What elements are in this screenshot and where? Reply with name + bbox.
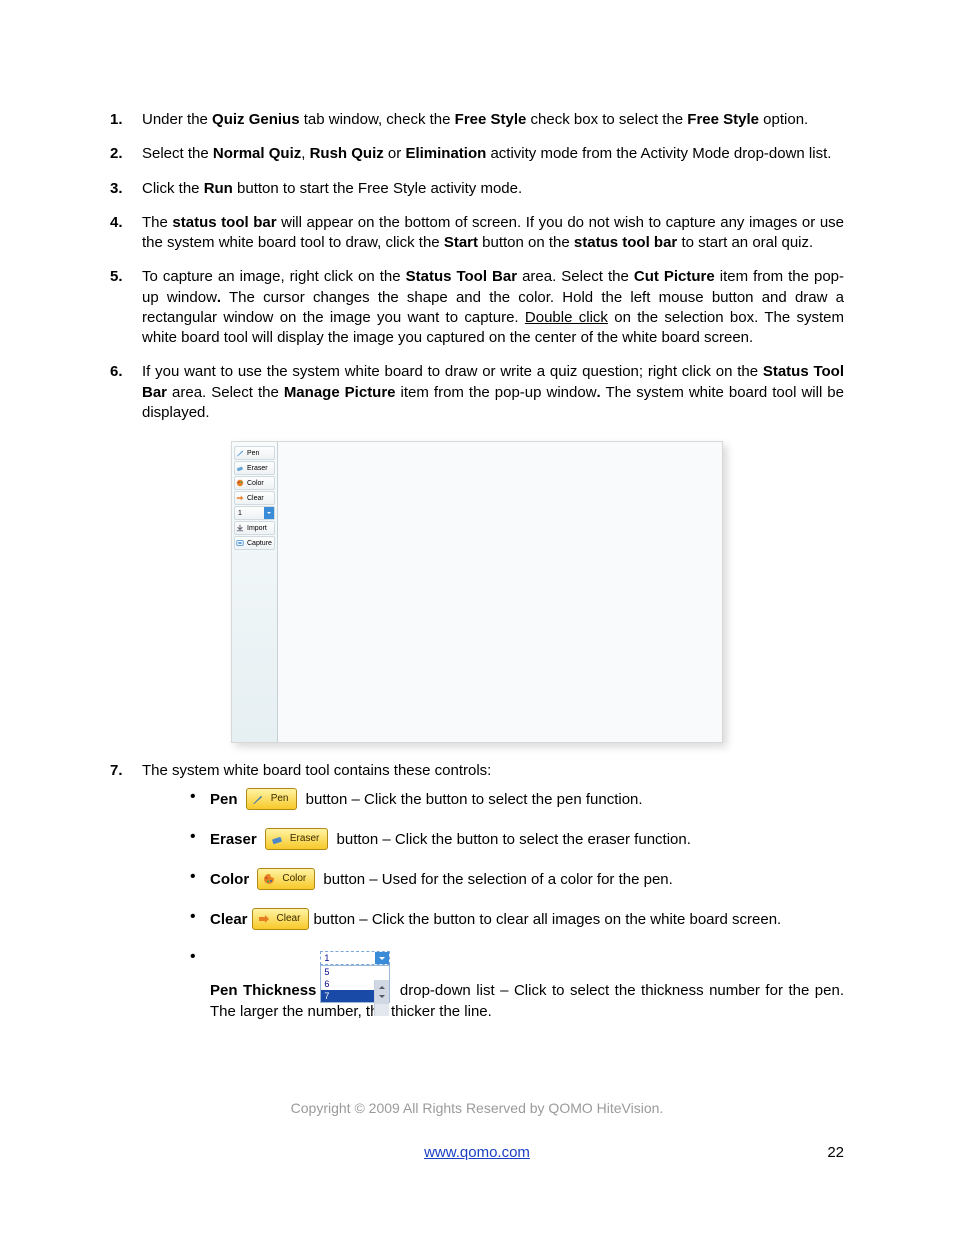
controls-list: • Pen Pen button – Click the button to s… [142,789,844,1022]
wb-tool-capture[interactable]: Capture [234,536,275,550]
step-body: Select the Normal Quiz, Rush Quiz or Eli… [142,144,844,164]
pen-icon [236,449,244,457]
step-4: 4. The status tool bar will appear on th… [110,213,844,254]
wb-tool-pen[interactable]: Pen [234,446,275,460]
dropdown-list: 5 6 7 [320,965,390,1003]
eraser-icon [270,832,284,846]
step-number: 1. [110,110,142,130]
step-number: 3. [110,179,142,199]
bullet-icon: • [190,949,210,965]
step-body: Under the Quiz Genius tab window, check … [142,110,844,130]
dropdown-option[interactable]: 5 [321,966,389,978]
control-clear: • Clear Clear button – Click the button … [190,909,844,931]
wb-tool-eraser[interactable]: Eraser [234,461,275,475]
arrow-right-icon [257,912,271,926]
step-number: 6. [110,362,142,423]
step-body: To capture an image, right click on the … [142,267,844,348]
eraser-button[interactable]: Eraser [265,828,328,850]
wb-tool-import[interactable]: Import [234,521,275,535]
step-5: 5. To capture an image, right click on t… [110,267,844,348]
copyright-text: Copyright © 2009 All Rights Reserved by … [110,1100,844,1116]
step-3: 3. Click the Run button to start the Fre… [110,179,844,199]
wb-tool-color[interactable]: Color [234,476,275,490]
bullet-icon: • [190,869,210,885]
clear-button[interactable]: Clear [252,908,310,930]
step-body: If you want to use the system white boar… [142,362,844,423]
step-2: 2. Select the Normal Quiz, Rush Quiz or … [110,144,844,164]
chevron-down-icon[interactable] [375,952,389,964]
eraser-icon [236,464,244,472]
whiteboard-sidebar: Pen Eraser Color Clear 1 Import [232,442,278,742]
control-pen: • Pen Pen button – Click the button to s… [190,789,844,811]
scroll-down-icon[interactable] [375,992,389,1004]
pen-button[interactable]: Pen [246,788,298,810]
document-page: 1. Under the Quiz Genius tab window, che… [0,0,954,1235]
step-1: 1. Under the Quiz Genius tab window, che… [110,110,844,130]
step-body: Click the Run button to start the Free S… [142,179,844,199]
step-number: 7. [110,761,142,1040]
instruction-list-continued: 7. The system white board tool contains … [110,761,844,1040]
step-number: 5. [110,267,142,348]
palette-icon [262,872,276,886]
step-7: 7. The system white board tool contains … [110,761,844,1040]
arrow-right-icon [236,494,244,502]
bullet-icon: • [190,909,210,925]
bullet-icon: • [190,789,210,805]
scroll-up-icon[interactable] [375,980,389,992]
step-body: The system white board tool contains the… [142,761,844,1040]
capture-icon [236,539,244,547]
instruction-list: 1. Under the Quiz Genius tab window, che… [110,110,844,423]
whiteboard-canvas [278,442,722,742]
step-number: 2. [110,144,142,164]
dropdown-input[interactable]: 1 [320,951,390,965]
palette-icon [236,479,244,487]
step-6: 6. If you want to use the system white b… [110,362,844,423]
scrollbar[interactable] [374,980,389,1016]
step-number: 4. [110,213,142,254]
step-body: The status tool bar will appear on the b… [142,213,844,254]
control-color: • Color Color button – Used for the sele… [190,869,844,891]
import-icon [236,524,244,532]
control-thickness: • Pen Thickness 1 5 6 7 [190,949,844,1022]
wb-thickness-dropdown[interactable]: 1 [234,506,275,520]
footer-row: www.qomo.com 22 [110,1144,844,1161]
pen-icon [251,792,265,806]
color-button[interactable]: Color [257,868,315,890]
wb-tool-clear[interactable]: Clear [234,491,275,505]
control-eraser: • Eraser Eraser button – Click the butto… [190,829,844,851]
bullet-icon: • [190,829,210,845]
thickness-dropdown[interactable]: 1 5 6 7 [320,951,390,1003]
page-number: 22 [827,1144,844,1161]
whiteboard-screenshot: Pen Eraser Color Clear 1 Import [231,441,723,743]
website-link[interactable]: www.qomo.com [424,1144,530,1161]
chevron-down-icon [264,507,274,519]
